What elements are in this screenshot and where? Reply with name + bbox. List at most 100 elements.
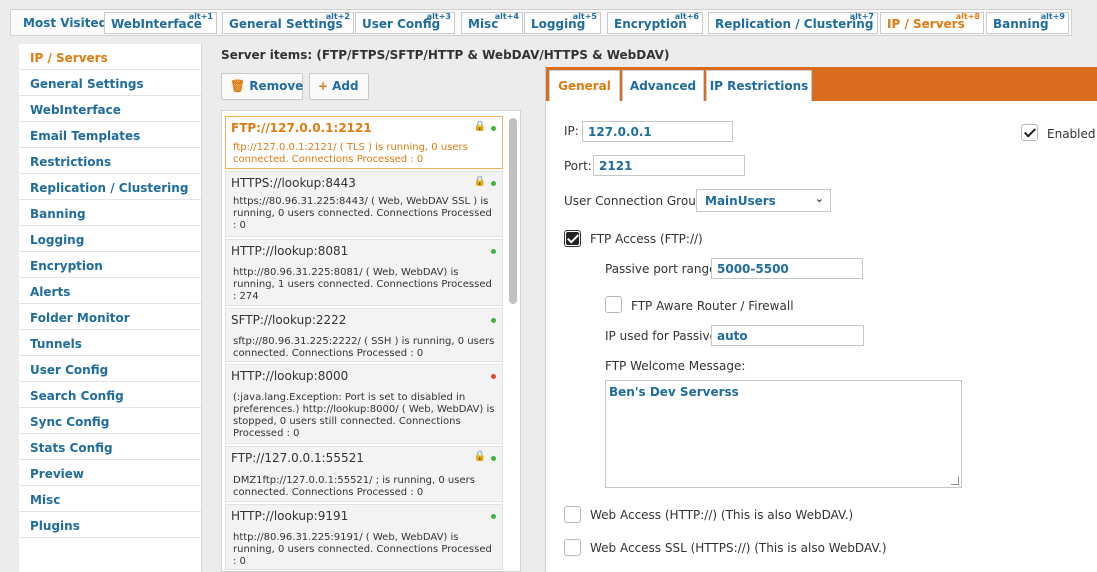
sidebar-item-alerts[interactable]: Alerts	[19, 278, 201, 304]
passive-port-range-label: Passive port range:	[605, 262, 721, 276]
quick-tab-logging[interactable]: Logging alt+5	[524, 12, 601, 34]
sidebar-item-tunnels[interactable]: Tunnels	[19, 330, 201, 356]
sidebar-item-general-settings[interactable]: General Settings	[19, 70, 201, 96]
passive-ip-field[interactable]: auto	[711, 325, 864, 346]
sidebar-item-plugins[interactable]: Plugins	[19, 512, 201, 538]
trash-icon: 🗑	[230, 79, 246, 93]
detail-tabbar: General Advanced IP Restrictions	[546, 67, 1097, 101]
port-field[interactable]: 2121	[593, 155, 745, 176]
enabled-checkbox[interactable]	[1021, 124, 1038, 141]
enabled-label: Enabled	[1047, 127, 1096, 141]
server-status: http://80.96.31.225:9191/ ( Web, WebDAV)…	[233, 532, 492, 567]
plus-icon: +	[318, 79, 329, 93]
sidebar-item-restrictions[interactable]: Restrictions	[19, 148, 201, 174]
lock-icon: 🔒	[473, 451, 486, 462]
ftp-access-checkbox[interactable]	[564, 230, 581, 247]
status-stopped-icon	[491, 374, 496, 379]
sidebar-item-email-templates[interactable]: Email Templates	[19, 122, 201, 148]
sidebar-item-stats-config[interactable]: Stats Config	[19, 434, 201, 460]
shortcut-hint: alt+2	[325, 12, 350, 21]
passive-ip-label: IP used for Passive:	[605, 329, 721, 343]
shortcut-hint: alt+4	[494, 12, 519, 21]
user-connection-group-select[interactable]: MainUsers ⌄	[696, 189, 831, 212]
welcome-message-text: Ben's Dev Serverss	[609, 385, 739, 399]
server-item-http-8081[interactable]: HTTP://lookup:8081 http://80.96.31.225:8…	[225, 239, 503, 306]
chevron-down-icon: ⌄	[814, 192, 824, 205]
quick-tab-label: Misc	[468, 17, 499, 31]
port-label: Port:	[564, 159, 592, 173]
web-access-ssl-checkbox[interactable]	[564, 539, 581, 556]
most-visited-bar: Most Visited : WebInterface alt+1 Genera…	[10, 9, 1072, 36]
ip-label: IP:	[564, 124, 579, 138]
sidebar-item-user-config[interactable]: User Config	[19, 356, 201, 382]
ftp-aware-router-checkbox[interactable]	[605, 296, 622, 313]
quick-tab-replication[interactable]: Replication / Clustering alt+7	[708, 12, 878, 34]
quick-tab-encryption[interactable]: Encryption alt+6	[607, 12, 703, 34]
remove-server-button[interactable]: 🗑 Remove	[221, 73, 303, 100]
ftp-access-label: FTP Access (FTP://)	[590, 232, 703, 246]
scrollbar-thumb[interactable]	[509, 118, 517, 304]
shortcut-hint: alt+8	[955, 12, 980, 21]
quick-tab-ip-servers[interactable]: IP / Servers alt+8	[880, 12, 984, 34]
sidebar-item-replication[interactable]: Replication / Clustering	[19, 174, 201, 200]
quick-tab-general-settings[interactable]: General Settings alt+2	[222, 12, 354, 34]
tab-general[interactable]: General	[549, 70, 620, 101]
sidebar-item-search-config[interactable]: Search Config	[19, 382, 201, 408]
user-connection-group-label: User Connection Group:	[564, 194, 708, 208]
add-label: Add	[332, 79, 359, 93]
quick-tab-banning[interactable]: Banning alt+9	[986, 12, 1069, 34]
server-detail-panel: General Advanced IP Restrictions IP: 127…	[545, 67, 1097, 572]
server-item-http-9191[interactable]: HTTP://lookup:9191 http://80.96.31.225:9…	[225, 504, 503, 570]
server-name: SFTP://lookup:2222	[231, 313, 347, 327]
web-access-checkbox[interactable]	[564, 506, 581, 523]
most-visited-label: Most Visited :	[23, 16, 117, 30]
tab-ip-restrictions[interactable]: IP Restrictions	[706, 70, 812, 101]
server-list[interactable]: FTP://127.0.0.1:2121 🔒 ftp://127.0.0.1:2…	[221, 110, 521, 572]
sidebar-item-banning[interactable]: Banning	[19, 200, 201, 226]
server-status: sftp://80.96.31.225:2222/ ( SSH ) is run…	[233, 336, 495, 359]
quick-tab-webinterface[interactable]: WebInterface alt+1	[104, 12, 217, 34]
passive-port-range-field[interactable]: 5000-5500	[711, 258, 863, 279]
shortcut-hint: alt+7	[849, 12, 874, 21]
server-status: DMZ1ftp://127.0.0.1:55521/ ; is running,…	[233, 475, 475, 498]
server-item-ftp-55521[interactable]: FTP://127.0.0.1:55521 🔒 DMZ1ftp://127.0.…	[225, 446, 503, 502]
sidebar-item-logging[interactable]: Logging	[19, 226, 201, 252]
sidebar-item-sync-config[interactable]: Sync Config	[19, 408, 201, 434]
server-item-ftp-2121[interactable]: FTP://127.0.0.1:2121 🔒 ftp://127.0.0.1:2…	[225, 116, 503, 169]
lock-icon: 🔒	[473, 121, 486, 132]
quick-tab-misc[interactable]: Misc alt+4	[461, 12, 523, 34]
server-item-http-8000[interactable]: HTTP://lookup:8000 (:java.lang.Exception…	[225, 364, 503, 444]
server-name: HTTP://lookup:8000	[231, 369, 349, 383]
shortcut-hint: alt+3	[426, 12, 451, 21]
sidebar-item-misc[interactable]: Misc	[19, 486, 201, 512]
sidebar-item-folder-monitor[interactable]: Folder Monitor	[19, 304, 201, 330]
shortcut-hint: alt+5	[572, 12, 597, 21]
server-name: HTTP://lookup:9191	[231, 509, 349, 523]
add-server-button[interactable]: + Add	[309, 73, 369, 100]
resize-handle-icon[interactable]	[951, 477, 959, 485]
sidebar-item-webinterface[interactable]: WebInterface	[19, 96, 201, 122]
server-status: http://80.96.31.225:8081/ ( Web, WebDAV)…	[233, 267, 492, 302]
server-name: HTTP://lookup:8081	[231, 244, 349, 258]
ip-field[interactable]: 127.0.0.1	[582, 121, 733, 142]
server-item-sftp-2222[interactable]: SFTP://lookup:2222 sftp://80.96.31.225:2…	[225, 308, 503, 362]
sidebar-item-preview[interactable]: Preview	[19, 460, 201, 486]
status-running-icon	[491, 456, 496, 461]
shortcut-hint: alt+9	[1040, 12, 1065, 21]
lock-icon: 🔒	[473, 176, 486, 187]
status-running-icon	[491, 514, 496, 519]
server-list-scrollbar[interactable]	[508, 114, 517, 569]
tab-advanced[interactable]: Advanced	[622, 70, 704, 101]
sidebar-item-ip-servers[interactable]: IP / Servers	[19, 44, 201, 70]
status-running-icon	[491, 181, 496, 186]
server-item-https-8443[interactable]: HTTPS://lookup:8443 🔒 https://80.96.31.2…	[225, 171, 503, 237]
welcome-message-textarea[interactable]: Ben's Dev Serverss	[605, 380, 962, 488]
status-running-icon	[491, 318, 496, 323]
quick-tab-user-config[interactable]: User Config alt+3	[355, 12, 455, 34]
server-status: (:java.lang.Exception: Port is set to di…	[233, 392, 495, 439]
server-status: https://80.96.31.225:8443/ ( Web, WebDAV…	[233, 196, 492, 231]
shortcut-hint: alt+6	[674, 12, 699, 21]
status-running-icon	[491, 249, 496, 254]
sidebar-item-encryption[interactable]: Encryption	[19, 252, 201, 278]
settings-sidebar: IP / Servers General Settings WebInterfa…	[19, 44, 202, 572]
